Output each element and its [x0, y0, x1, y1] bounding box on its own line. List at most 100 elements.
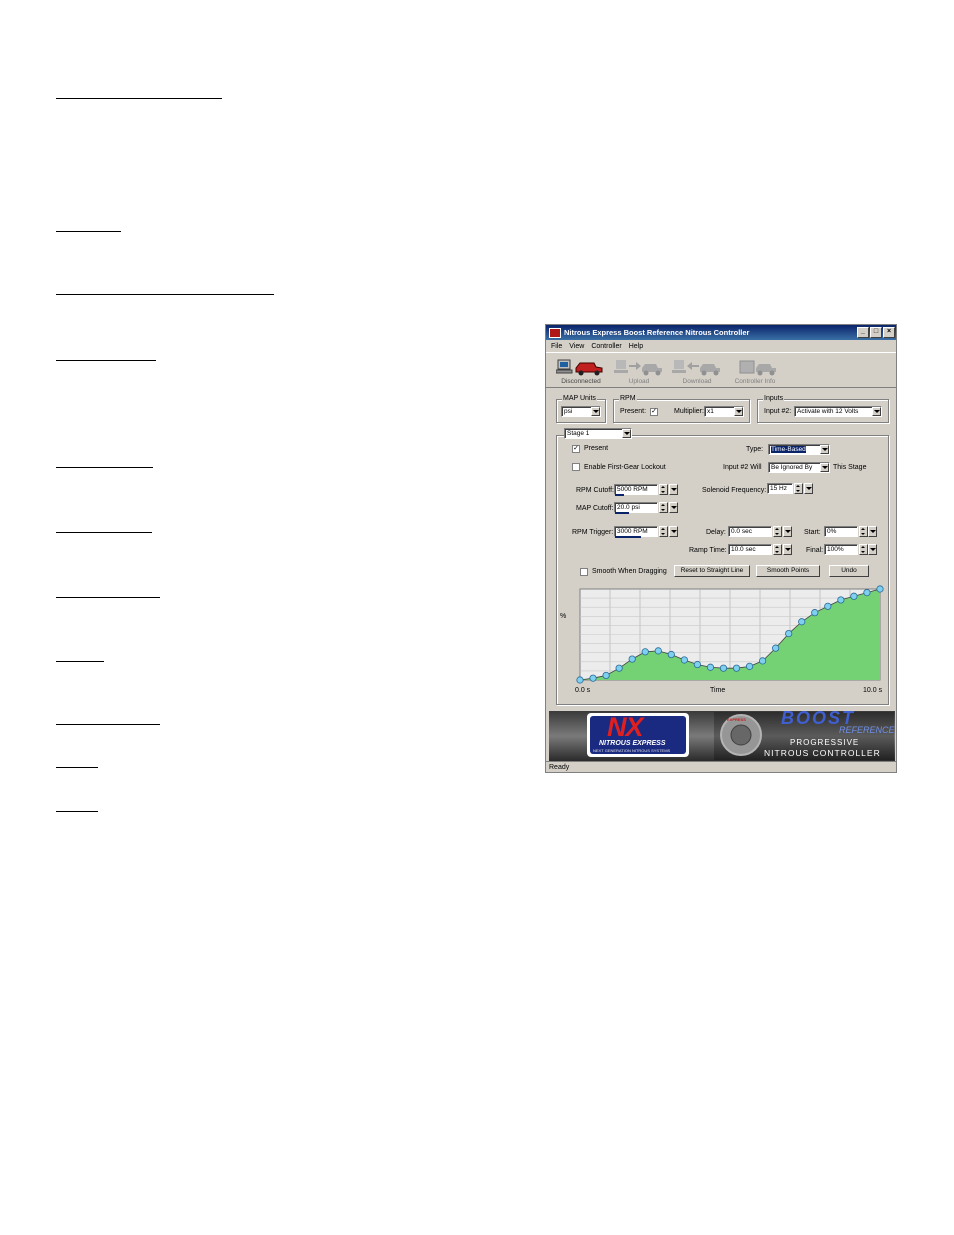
final-dropdown[interactable] [868, 544, 877, 555]
chart-point[interactable] [798, 618, 806, 626]
chevron-down-icon[interactable] [622, 429, 631, 438]
menu-bar: File View Controller Help [546, 340, 896, 352]
stage-select[interactable]: Stage 1 [564, 428, 632, 439]
stage-present-checkbox[interactable]: ✓ [572, 445, 580, 453]
chevron-down-icon[interactable] [591, 407, 600, 416]
chart-point[interactable] [732, 664, 741, 672]
menu-view[interactable]: View [569, 343, 584, 350]
delay-dropdown[interactable] [783, 526, 792, 537]
input2-will-select[interactable]: Be Ignored By [768, 462, 830, 473]
doc-heading-underline [56, 294, 274, 295]
map-cutoff-dropdown[interactable] [669, 502, 678, 513]
rpm-trigger-spinner[interactable] [659, 526, 668, 537]
chart-point[interactable] [680, 656, 688, 664]
input2-label: Input #2: [764, 408, 792, 415]
start-input[interactable]: 0% [824, 526, 858, 537]
solenoid-spinner[interactable] [794, 483, 803, 494]
chart-point[interactable] [785, 629, 793, 638]
map-units-label: MAP Units [562, 395, 597, 402]
delay-spinner[interactable] [773, 526, 782, 537]
chart-point[interactable] [863, 589, 871, 597]
chart-point[interactable] [667, 650, 675, 659]
chart-point[interactable] [615, 664, 623, 672]
computer-car-icon [556, 359, 603, 376]
this-stage-label: This Stage [833, 464, 867, 471]
toolbar-download-button[interactable]: Download [668, 353, 726, 387]
smooth-drag-checkbox[interactable] [580, 568, 588, 576]
toolbar-controller-info-button[interactable]: Controller Info [726, 353, 784, 387]
chevron-down-icon[interactable] [872, 407, 881, 416]
progression-chart[interactable] [576, 583, 884, 688]
maximize-button[interactable]: □ [870, 327, 882, 338]
chart-point[interactable] [876, 585, 884, 593]
chart-point[interactable] [759, 657, 767, 665]
type-select[interactable]: Time-Based [768, 444, 830, 455]
lockout-checkbox[interactable] [572, 463, 580, 471]
rpm-cutoff-spinner[interactable] [659, 484, 668, 495]
chart-point[interactable] [745, 662, 754, 670]
menu-file[interactable]: File [551, 343, 562, 350]
toolbar-upload-button[interactable]: Upload [610, 353, 668, 387]
chart-point[interactable] [641, 648, 649, 656]
input2-select[interactable]: Activate with 12 Volts [794, 406, 882, 417]
chart-point[interactable] [602, 671, 610, 680]
multiplier-select[interactable]: x1 [704, 406, 744, 417]
delay-input[interactable]: 0.0 sec [728, 526, 772, 537]
doc-heading-underline [56, 532, 152, 533]
toolbar-label: Download [682, 378, 712, 385]
undo-button[interactable]: Undo [829, 565, 869, 577]
smooth-drag-label: Smooth When Dragging [592, 568, 667, 575]
start-spinner[interactable] [859, 526, 868, 537]
chart-point[interactable] [772, 644, 780, 652]
ramp-time-input[interactable]: 10.0 sec [728, 544, 772, 555]
chart-point[interactable] [628, 655, 636, 663]
map-units-select[interactable]: psi [561, 406, 601, 417]
rpm-cutoff-dropdown[interactable] [669, 484, 678, 495]
chart-point[interactable] [693, 660, 701, 669]
brand-name: NITROUS EXPRESS [599, 740, 666, 747]
product-line2: NITROUS CONTROLLER [764, 748, 881, 758]
menu-controller[interactable]: Controller [591, 343, 621, 350]
chart-point[interactable] [850, 592, 858, 600]
ramp-time-dropdown[interactable] [783, 544, 792, 555]
reset-straight-line-button[interactable]: Reset to Straight Line [674, 565, 750, 577]
chart-point[interactable] [706, 663, 715, 671]
final-input[interactable]: 100% [824, 544, 858, 555]
solenoid-dropdown[interactable] [804, 483, 813, 494]
title-bar[interactable]: Nitrous Express Boost Reference Nitrous … [546, 325, 896, 340]
solenoid-input[interactable]: 15 Hz [767, 483, 793, 494]
lockout-label: Enable First-Gear Lockout [584, 464, 666, 471]
upload-icon [614, 360, 662, 376]
chart-point[interactable] [719, 664, 728, 672]
rpm-cutoff-label: RPM Cutoff: [576, 487, 614, 494]
toolbar-disconnected-button[interactable]: Disconnected [552, 353, 610, 387]
chevron-down-icon[interactable] [820, 463, 829, 472]
type-label: Type: [746, 446, 764, 453]
nx-banner: NX NITROUS EXPRESS NEXT GENERATION NITRO… [549, 711, 895, 761]
map-cutoff-spinner[interactable] [659, 502, 668, 513]
ramp-time-label: Ramp Time: [689, 547, 727, 554]
start-dropdown[interactable] [868, 526, 877, 537]
ramp-time-spinner[interactable] [773, 544, 782, 555]
rpm-present-checkbox[interactable]: ✓ [650, 408, 658, 416]
chart-point[interactable] [654, 647, 662, 655]
final-label: Final: [806, 547, 824, 554]
chart-point[interactable] [589, 674, 597, 682]
smooth-points-button[interactable]: Smooth Points [756, 565, 820, 577]
chart-point[interactable] [824, 602, 832, 610]
chart-point[interactable] [576, 676, 584, 684]
chevron-down-icon[interactable] [820, 445, 829, 454]
doc-heading-underline [56, 98, 222, 99]
doc-heading-underline [56, 231, 121, 232]
input2-will-label: Input #2 Will [723, 464, 762, 471]
chart-point[interactable] [837, 596, 845, 604]
doc-heading-underline [56, 724, 160, 725]
minimize-button[interactable]: _ [857, 327, 869, 338]
brand-tagline: NEXT GENERATION NITROUS SYSTEMS [593, 748, 671, 753]
menu-help[interactable]: Help [629, 343, 643, 350]
final-spinner[interactable] [859, 544, 868, 555]
chart-point[interactable] [811, 609, 819, 617]
chevron-down-icon[interactable] [734, 407, 743, 416]
rpm-trigger-dropdown[interactable] [669, 526, 678, 537]
close-button[interactable]: × [883, 327, 895, 338]
